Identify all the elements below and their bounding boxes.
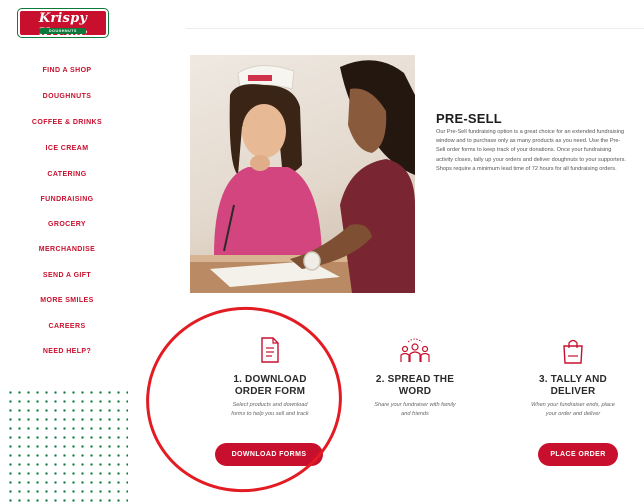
nav-item-doughnuts[interactable]: DOUGHNUTS bbox=[0, 93, 134, 100]
step-2-title-line2: WORD bbox=[398, 386, 432, 397]
logo-wordmark: Krispy Kreme bbox=[38, 11, 88, 41]
hero-photo bbox=[190, 55, 415, 293]
nav-item-ice-cream[interactable]: ICE CREAM bbox=[0, 145, 134, 152]
presell-description: Our Pre-Sell fundraising option is a gre… bbox=[436, 129, 626, 172]
sidebar: Krispy Kreme DOUGHNUTS FIND A SHOP DOUGH… bbox=[0, 0, 134, 504]
decorative-dot-pattern bbox=[6, 388, 128, 504]
nav-item-catering[interactable]: CATERING bbox=[0, 171, 134, 178]
nav-item-send-a-gift[interactable]: SEND A GIFT bbox=[0, 272, 134, 279]
nav-item-careers[interactable]: CAREERS bbox=[0, 323, 134, 330]
shopping-bag-icon bbox=[563, 339, 583, 364]
step-spread-the-word: 2. SPREAD THE WORD Share your fundraiser… bbox=[355, 337, 475, 418]
krispy-kreme-logo[interactable]: Krispy Kreme DOUGHNUTS bbox=[18, 9, 108, 41]
nav-item-fundraising[interactable]: FUNDRAISING bbox=[0, 196, 134, 203]
step-3-desc-line1: When your fundraiser ends, place bbox=[531, 402, 615, 408]
header-divider bbox=[186, 28, 644, 29]
step-3-desc-line2: your order and deliver bbox=[545, 410, 601, 417]
nav-item-more-smiles[interactable]: MORE SMILES bbox=[0, 297, 134, 304]
place-order-button[interactable]: PLACE ORDER bbox=[538, 443, 618, 466]
step-2-desc-line2: and friends bbox=[401, 410, 429, 417]
logo-subtitle: DOUGHNUTS bbox=[49, 29, 77, 33]
step-3-title-line2: DELIVER bbox=[550, 386, 596, 397]
presell-title: PRE-SELL bbox=[436, 111, 502, 126]
people-group-icon bbox=[400, 338, 430, 362]
logo-banner: DOUGHNUTS bbox=[40, 28, 86, 34]
nav-item-need-help[interactable]: NEED HELP? bbox=[0, 348, 134, 355]
nav-item-coffee-drinks[interactable]: COFFEE & DRINKS bbox=[0, 119, 134, 126]
step-tally-and-deliver: 3. TALLY AND DELIVER When your fundraise… bbox=[512, 337, 634, 418]
red-annotation-circle bbox=[134, 294, 354, 504]
nav-item-merchandise[interactable]: MERCHANDISE bbox=[0, 246, 134, 253]
step-2-desc-line1: Share your fundraiser with family bbox=[374, 402, 456, 408]
nav-item-grocery[interactable]: GROCERY bbox=[0, 221, 134, 228]
step-2-title-line1: 2. SPREAD THE bbox=[375, 374, 455, 385]
nav-item-find-a-shop[interactable]: FIND A SHOP bbox=[0, 67, 134, 74]
step-3-title-line1: 3. TALLY AND bbox=[539, 374, 607, 385]
hero-illustration bbox=[190, 60, 415, 293]
